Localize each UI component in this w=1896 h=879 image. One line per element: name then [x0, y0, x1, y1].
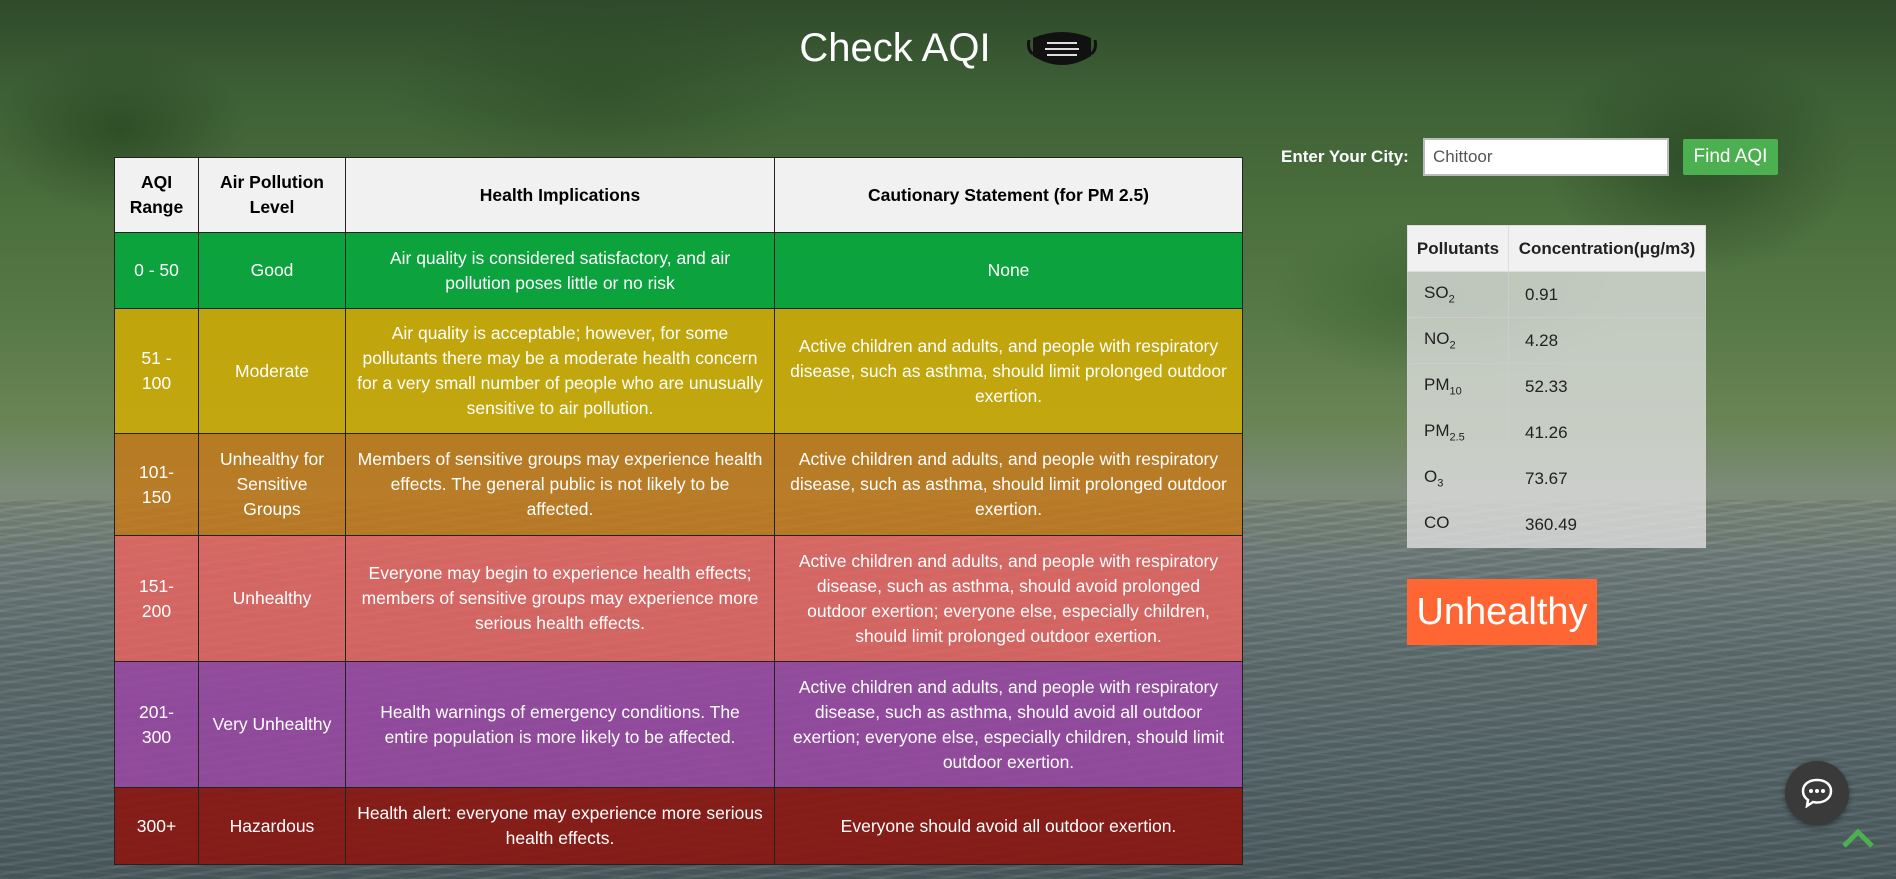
health-implications: Health alert: everyone may experience mo…: [345, 787, 775, 865]
pollutant-value: 73.67: [1508, 455, 1706, 502]
table-row: CO 360.49: [1407, 501, 1706, 548]
table-row: NO2 4.28: [1407, 317, 1706, 364]
pollution-level: Unhealthy: [198, 535, 346, 662]
pollution-level: Hazardous: [198, 787, 346, 865]
header-pollutants: Pollutants: [1407, 225, 1509, 272]
health-implications: Air quality is acceptable; however, for …: [345, 308, 775, 434]
pollution-level: Unhealthy for Sensitive Groups: [198, 433, 346, 536]
pollutant-value: 41.26: [1508, 409, 1706, 456]
health-implications: Members of sensitive groups may experien…: [345, 433, 775, 536]
pollutant-name: O3: [1407, 455, 1509, 502]
chat-icon: [1801, 778, 1833, 808]
header-health-implications: Health Implications: [345, 157, 775, 233]
cautionary-statement: Active children and adults, and people w…: [774, 433, 1243, 536]
chevron-up-icon[interactable]: [1840, 826, 1876, 850]
health-implications: Air quality is considered satisfactory, …: [345, 232, 775, 309]
pollution-level: Good: [198, 232, 346, 309]
cautionary-statement: None: [774, 232, 1243, 309]
health-implications: Everyone may begin to experience health …: [345, 535, 775, 662]
pollutants-header: Pollutants Concentration(μg/m3): [1407, 225, 1706, 272]
aqi-table-header: AQI Range Air Pollution Level Health Imp…: [114, 157, 1243, 233]
table-row: PM10 52.33: [1407, 363, 1706, 410]
table-row: SO2 0.91: [1407, 271, 1706, 318]
pollutant-name: SO2: [1407, 271, 1509, 318]
cautionary-statement: Active children and adults, and people w…: [774, 661, 1243, 788]
table-row: 0 - 50 Good Air quality is considered sa…: [114, 232, 1243, 309]
city-input[interactable]: [1423, 138, 1669, 176]
header-cautionary-statement: Cautionary Statement (for PM 2.5): [774, 157, 1243, 233]
table-row: 201-300 Very Unhealthy Health warnings o…: [114, 661, 1243, 788]
aqi-range: 201-300: [114, 661, 199, 788]
health-implications: Health warnings of emergency conditions.…: [345, 661, 775, 788]
chat-button[interactable]: [1785, 761, 1849, 825]
page-title: Check AQI: [799, 26, 991, 70]
table-row: 300+ Hazardous Health alert: everyone ma…: [114, 787, 1243, 865]
aqi-range: 0 - 50: [114, 232, 199, 309]
find-aqi-button[interactable]: Find AQI: [1683, 139, 1778, 175]
table-row: PM2.5 41.26: [1407, 409, 1706, 456]
pollutant-name: CO: [1407, 501, 1509, 548]
table-row: O3 73.67: [1407, 455, 1706, 502]
pollution-level: Moderate: [198, 308, 346, 434]
aqi-range: 101-150: [114, 433, 199, 536]
pollutant-name: NO2: [1407, 317, 1509, 364]
cautionary-statement: Active children and adults, and people w…: [774, 535, 1243, 662]
table-row: 151-200 Unhealthy Everyone may begin to …: [114, 535, 1243, 662]
pollutant-name: PM10: [1407, 363, 1509, 410]
cautionary-statement: Everyone should avoid all outdoor exerti…: [774, 787, 1243, 865]
mask-icon: [1026, 28, 1097, 70]
city-label: Enter Your City:: [1281, 147, 1409, 166]
pollutant-value: 0.91: [1508, 271, 1706, 318]
aqi-range: 300+: [114, 787, 199, 865]
table-row: 101-150 Unhealthy for Sensitive Groups M…: [114, 433, 1243, 536]
aqi-status-badge: Unhealthy: [1407, 579, 1597, 645]
page-header: Check AQI: [0, 26, 1896, 71]
pollutants-table: Pollutants Concentration(μg/m3) SO2 0.91…: [1407, 225, 1706, 548]
pollutant-value: 360.49: [1508, 501, 1706, 548]
header-concentration: Concentration(μg/m3): [1508, 225, 1706, 272]
table-row: 51 - 100 Moderate Air quality is accepta…: [114, 308, 1243, 434]
aqi-reference-table: AQI Range Air Pollution Level Health Imp…: [114, 157, 1243, 865]
pollution-level: Very Unhealthy: [198, 661, 346, 788]
aqi-range: 151-200: [114, 535, 199, 662]
pollutant-value: 52.33: [1508, 363, 1706, 410]
header-aqi-range: AQI Range: [114, 157, 199, 233]
header-pollution-level: Air Pollution Level: [198, 157, 346, 233]
cautionary-statement: Active children and adults, and people w…: [774, 308, 1243, 434]
pollutant-value: 4.28: [1508, 317, 1706, 364]
aqi-range: 51 - 100: [114, 308, 199, 434]
pollutant-name: PM2.5: [1407, 409, 1509, 456]
